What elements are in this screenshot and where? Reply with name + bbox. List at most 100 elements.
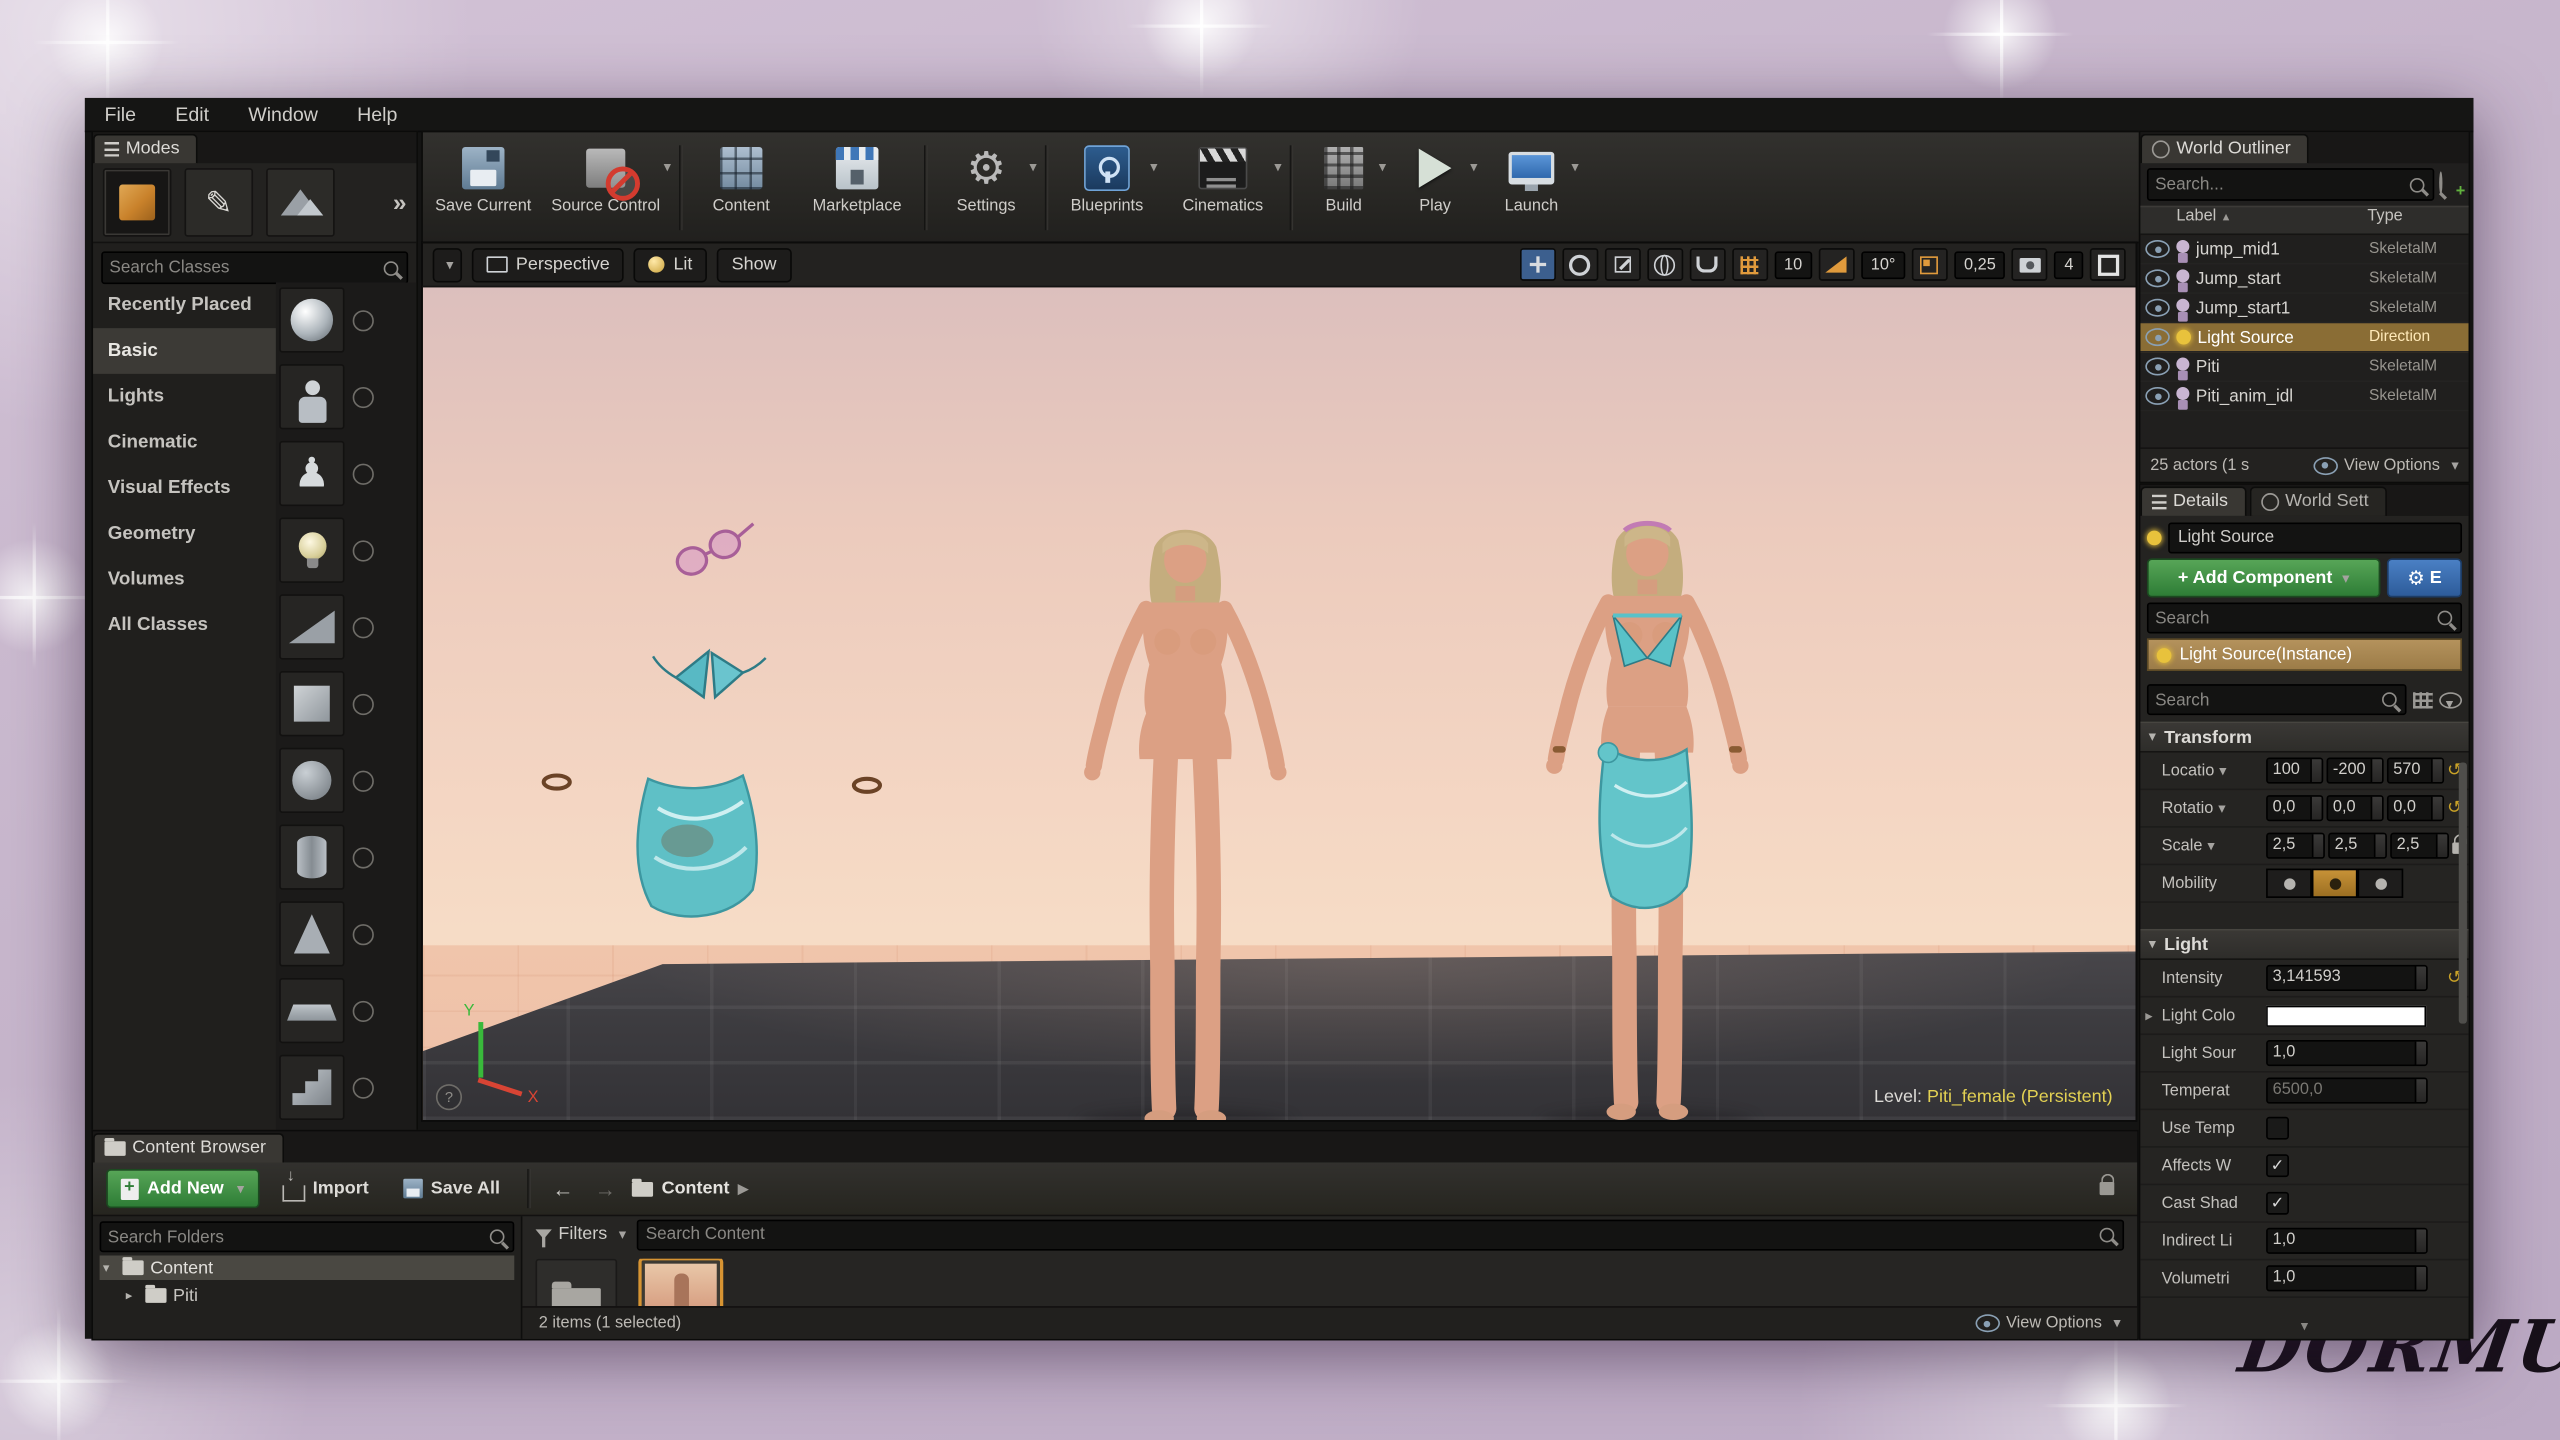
filters-button[interactable]: Filters (535, 1224, 627, 1248)
landscape-mode-button[interactable] (266, 168, 335, 237)
settings-button[interactable]: ⚙ Settings ▾ (932, 136, 1040, 239)
back-button[interactable]: ← (547, 1176, 578, 1200)
search-filter-add-icon[interactable] (2439, 171, 2465, 201)
category-visual-effects[interactable]: Visual Effects (93, 465, 276, 511)
breadcrumb-content[interactable]: Content (662, 1179, 730, 1199)
search-folders-field[interactable] (99, 1221, 515, 1253)
light-section-header[interactable]: Light (2140, 928, 2469, 960)
placement-item[interactable] (279, 287, 413, 353)
grid-snap-value[interactable]: 10 (1774, 250, 1812, 279)
dropdown-caret-icon[interactable]: ▾ (1274, 158, 1281, 176)
add-new-button[interactable]: Add New (106, 1168, 259, 1209)
level-name[interactable]: Piti_female (Persistent) (1927, 1087, 2113, 1107)
tab-modes[interactable]: Modes (93, 133, 198, 164)
component-search-input[interactable] (2148, 608, 2435, 628)
volumetric-field[interactable]: 1,0 (2266, 1265, 2428, 1292)
breadcrumb-expand-icon[interactable]: ▶ (738, 1180, 749, 1198)
tab-world-outliner[interactable]: World Outliner (2140, 133, 2309, 164)
lit-mode-button[interactable]: Lit (634, 247, 708, 282)
scale-snap-toggle-button[interactable] (1911, 248, 1948, 281)
outliner-search-field[interactable] (2146, 168, 2435, 201)
component-search-field[interactable] (2146, 602, 2463, 634)
scale-y-field[interactable]: 2,5 (2328, 832, 2387, 859)
viewport-canvas[interactable]: Level: Piti_female (Persistent) (422, 285, 2136, 1122)
drag-handle-icon[interactable] (352, 923, 374, 945)
details-scrollbar[interactable] (2458, 762, 2467, 1024)
drag-handle-icon[interactable] (352, 999, 374, 1022)
tab-content-browser[interactable]: Content Browser (93, 1133, 284, 1163)
light-source-angle-field[interactable]: 1,0 (2266, 1039, 2428, 1067)
placement-item[interactable] (279, 594, 413, 660)
maximize-viewport-button[interactable] (2089, 248, 2126, 281)
drag-handle-icon[interactable] (352, 846, 374, 868)
drag-handle-icon[interactable] (352, 616, 374, 638)
perspective-button[interactable]: Perspective (471, 247, 625, 282)
source-control-button[interactable]: Source Control ▾ (537, 136, 674, 239)
tree-expand-icon[interactable]: ▾ (103, 1260, 116, 1275)
dropdown-caret-icon[interactable]: ▾ (1379, 158, 1386, 176)
display-filter-eye-icon[interactable] (2439, 691, 2463, 708)
use-temperature-checkbox[interactable] (2266, 1116, 2289, 1140)
column-label[interactable]: Label (2140, 207, 2367, 233)
outliner-row[interactable]: Piti SkeletalM (2140, 353, 2469, 383)
category-recently-placed[interactable]: Recently Placed (93, 282, 276, 328)
outliner-row-selected[interactable]: Light Source Direction (2140, 323, 2469, 353)
menu-window[interactable]: Window (229, 98, 338, 131)
placement-item[interactable] (279, 747, 413, 814)
asset-thumbnail-folder[interactable] (535, 1258, 618, 1307)
camera-speed-button[interactable] (2012, 248, 2049, 281)
dropdown-caret-icon[interactable]: ▾ (1571, 158, 1578, 176)
category-cinematic[interactable]: Cinematic (93, 420, 276, 466)
character-model-clothed[interactable] (1533, 508, 1762, 1122)
launch-button[interactable]: Launch ▾ (1481, 136, 1582, 239)
dropdown-caret-icon[interactable]: ▾ (1150, 158, 1157, 176)
menu-edit[interactable]: Edit (156, 98, 229, 131)
object-name-field[interactable]: Light Source (2168, 522, 2463, 554)
tree-item-content[interactable]: ▾ Content (99, 1255, 515, 1280)
drag-handle-icon[interactable] (352, 309, 374, 331)
search-folders-input[interactable] (101, 1226, 487, 1247)
intensity-field[interactable]: 3,141593 (2266, 964, 2428, 992)
world-local-toggle-button[interactable] (1646, 248, 1683, 281)
affects-world-checkbox[interactable] (2266, 1154, 2289, 1178)
visibility-eye-icon[interactable] (2145, 357, 2170, 376)
import-button[interactable]: Import (270, 1167, 380, 1207)
location-x-field[interactable]: 100 (2266, 757, 2324, 784)
drag-handle-icon[interactable] (352, 539, 374, 561)
category-lights[interactable]: Lights (93, 374, 276, 420)
dropdown-caret-icon[interactable]: ▾ (664, 158, 671, 176)
edit-blueprint-button[interactable]: ⚙ E (2386, 558, 2463, 598)
location-z-field[interactable]: 570 (2386, 757, 2444, 784)
place-mode-button[interactable] (102, 168, 172, 237)
menu-help[interactable]: Help (337, 98, 416, 131)
cast-shadows-checkbox[interactable] (2266, 1191, 2289, 1215)
scale-snap-value[interactable]: 0,25 (1954, 250, 2006, 279)
search-content-input[interactable] (639, 1224, 2097, 1245)
component-instance-row[interactable]: Light Source(Instance) (2146, 638, 2463, 672)
details-search-input[interactable] (2148, 689, 2379, 710)
cb-view-options-button[interactable]: View Options (1975, 1314, 2121, 1333)
drag-handle-icon[interactable] (352, 769, 374, 792)
outliner-row[interactable]: jump_mid1 SkeletalM (2140, 235, 2469, 265)
lock-icon[interactable] (2099, 1173, 2115, 1196)
placement-item[interactable] (279, 1054, 413, 1120)
menu-file[interactable]: File (85, 98, 156, 131)
show-flags-button[interactable]: Show (716, 247, 792, 282)
placement-item[interactable] (279, 517, 413, 583)
content-button[interactable]: Content (687, 136, 795, 239)
visibility-eye-icon[interactable] (2145, 269, 2170, 288)
camera-speed-value[interactable]: 4 (2054, 250, 2084, 279)
drag-handle-icon[interactable] (352, 1076, 374, 1098)
location-y-field[interactable]: -200 (2326, 757, 2384, 784)
scale-tool-button[interactable] (1604, 248, 1641, 281)
visibility-eye-icon[interactable] (2145, 386, 2170, 405)
mobility-static-button[interactable] (2266, 868, 2312, 898)
outliner-search-input[interactable] (2148, 174, 2407, 195)
surface-snap-button[interactable] (1689, 248, 1726, 281)
scale-z-field[interactable]: 2,5 (2390, 832, 2449, 859)
property-matrix-icon[interactable] (2413, 691, 2433, 708)
tab-details[interactable]: Details (2140, 486, 2246, 516)
scale-label[interactable]: Scale (2162, 837, 2266, 855)
dropdown-caret-icon[interactable]: ▾ (1470, 158, 1477, 176)
mobility-stationary-button[interactable] (2311, 868, 2358, 898)
